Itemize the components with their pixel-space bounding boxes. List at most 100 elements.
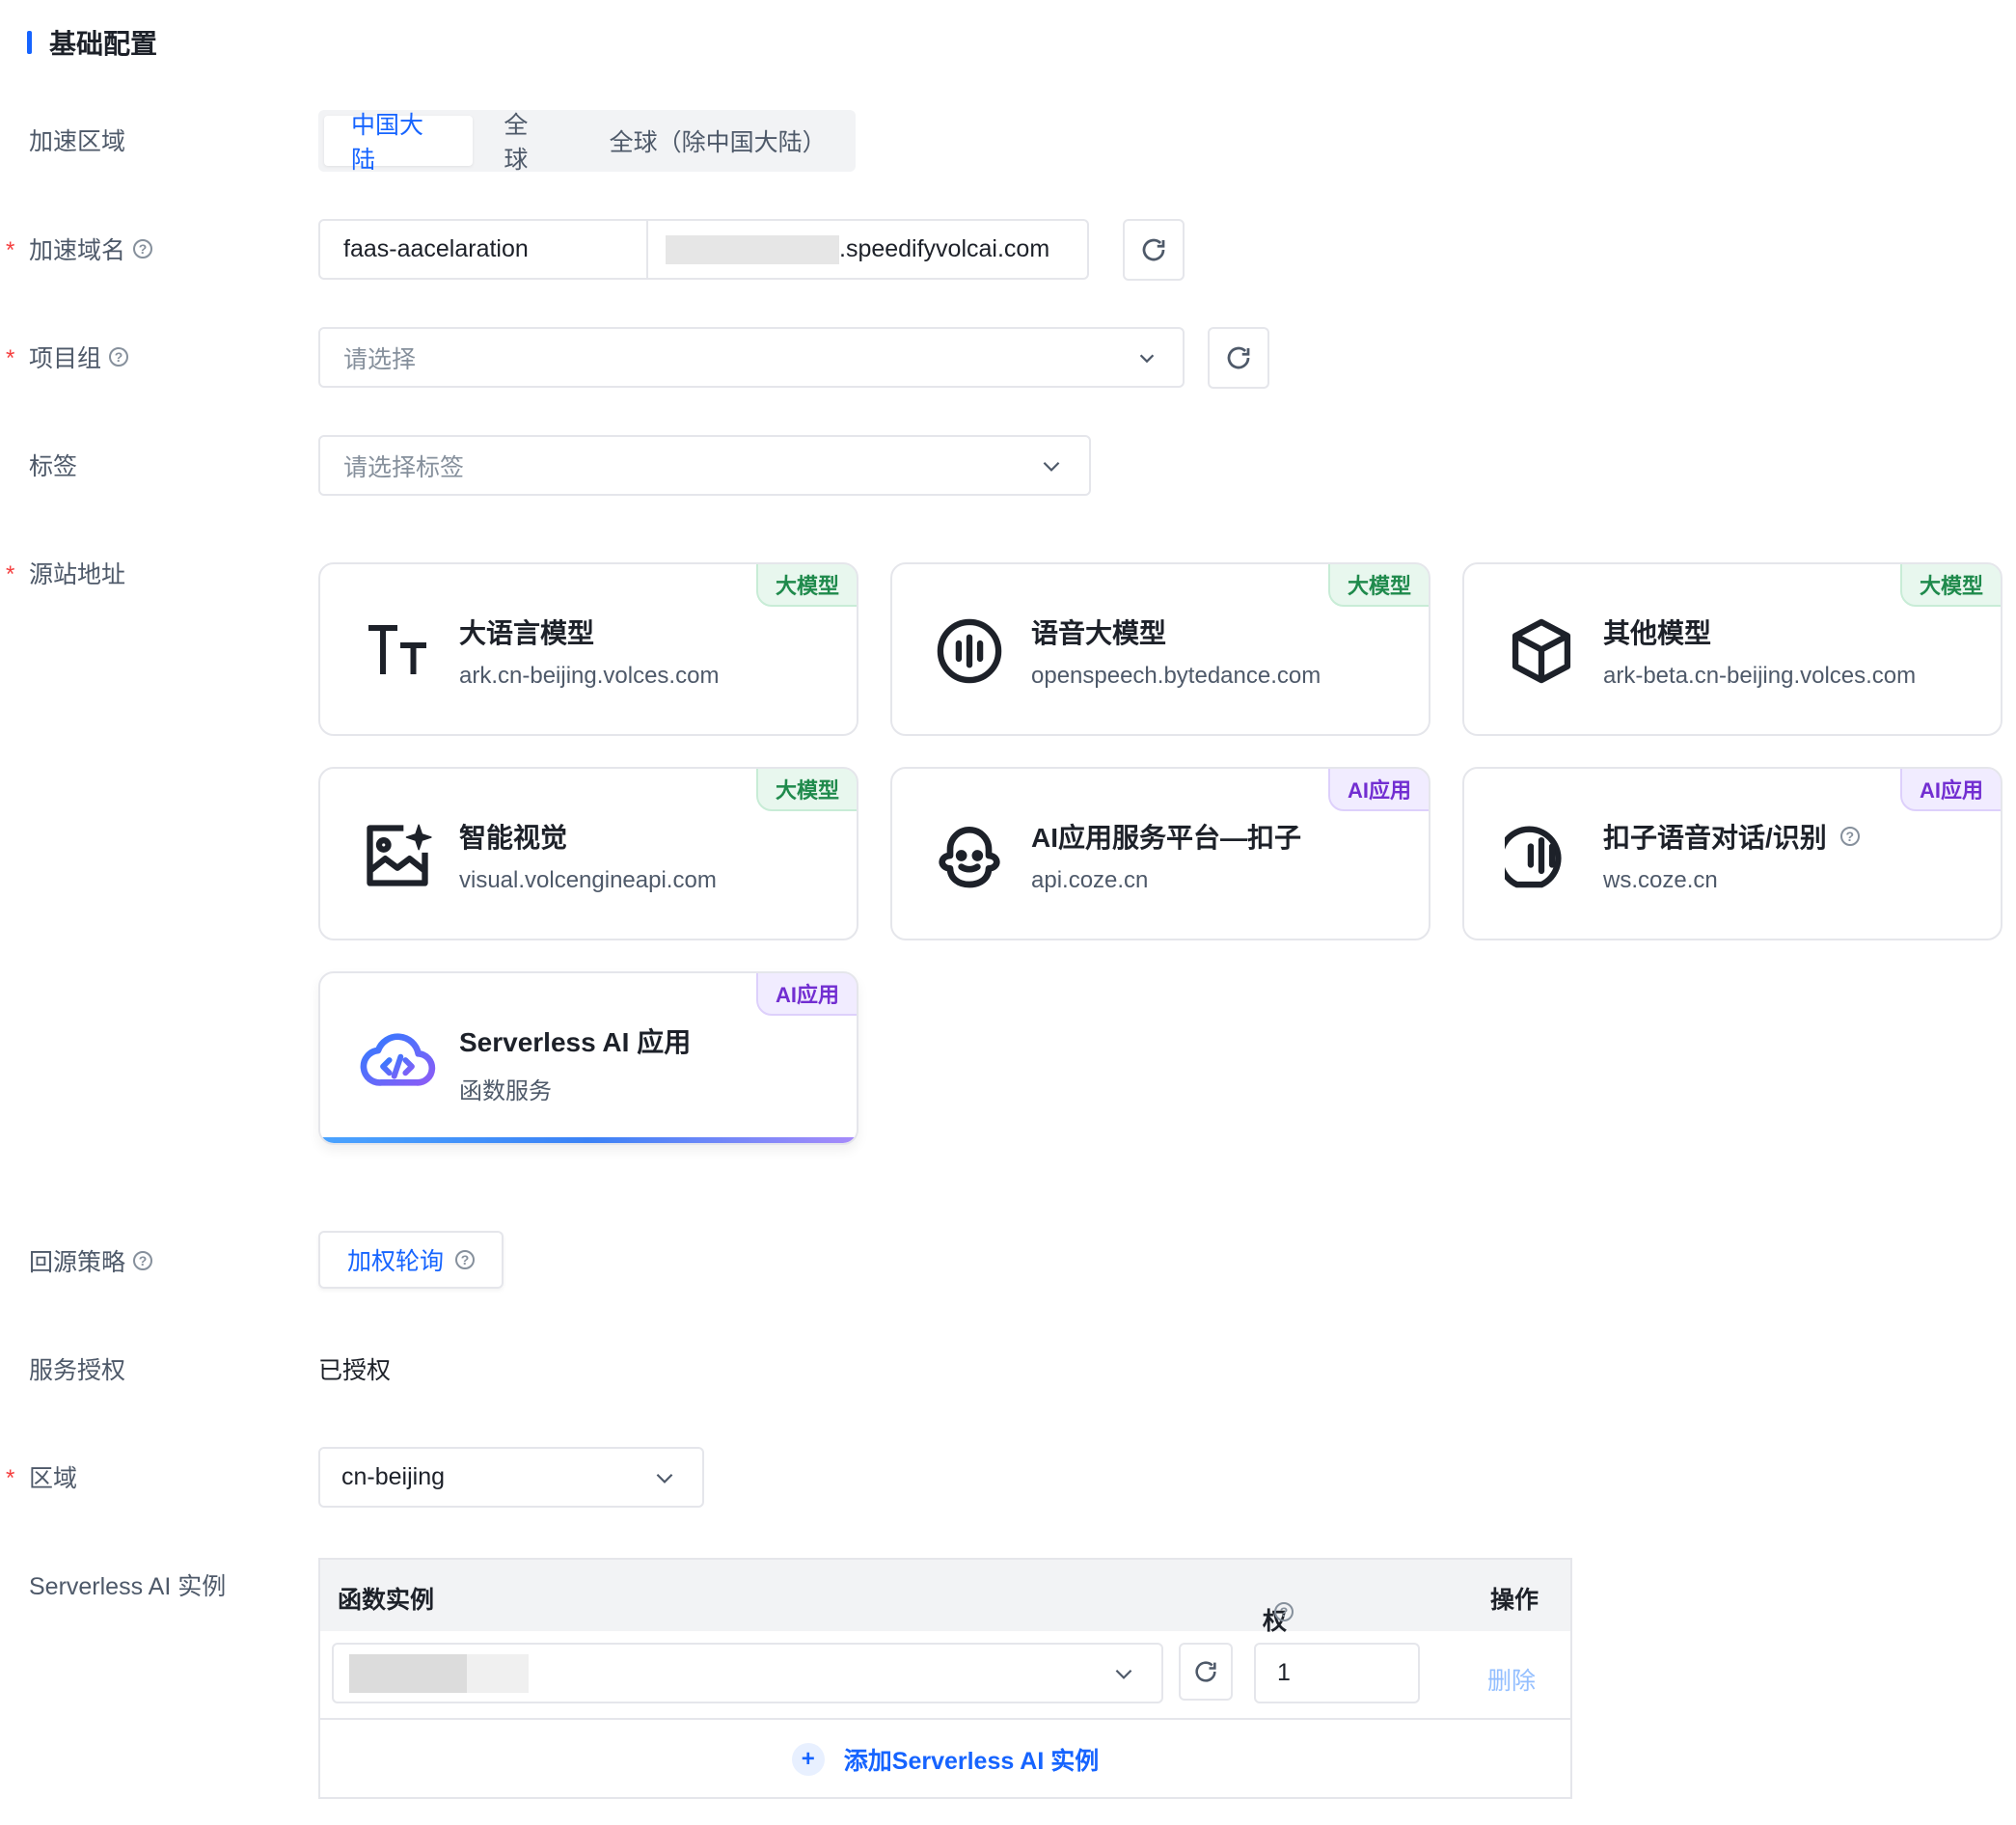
origin-card-voice[interactable]: 大模型 语音大模型 openspeech.bytedance.com [890,562,1430,736]
function-select[interactable] [332,1643,1163,1703]
card-title: 智能视觉 [459,823,568,853]
header-action: 操作 [1490,1587,1539,1614]
domain-suffix: .speedifyvolcai.com [648,234,1050,264]
region-option-mainland[interactable]: 中国大陆 [324,112,474,174]
redacted-block [349,1653,467,1693]
domain-refresh-button[interactable] [1123,219,1185,281]
delete-link[interactable]: 删除 [1487,1662,1536,1697]
help-icon[interactable]: ? [133,239,153,259]
cube-icon [1503,613,1580,690]
area-label: 区域 [29,1457,77,1496]
auth-label: 服务授权 [29,1349,125,1388]
card-title: 语音大模型 [1031,618,1167,648]
domain-prefix-value: faas-aacelaration [343,235,529,262]
function-refresh-button[interactable] [1179,1643,1233,1701]
coze-icon [931,817,1008,894]
strategy-value: 加权轮询 [347,1248,445,1275]
card-subtitle: visual.volcengineapi.com [459,867,717,893]
region-segmented-control: 中国大陆 全球 全球（除中国大陆） [318,110,856,174]
strategy-label-text: 回源策略 [29,1249,126,1276]
card-subtitle: ws.coze.cn [1603,867,1718,893]
badge-ai-app: AI应用 [755,973,857,1016]
tags-label: 标签 [29,446,77,484]
area-value: cn-beijing [341,1463,446,1490]
region-option-global-excl[interactable]: 全球（除中国大陆） [583,116,850,166]
project-label: 项目组 ? [29,338,129,376]
card-subtitle: ark.cn-beijing.volces.com [459,663,720,689]
chevron-down-icon [656,1473,673,1484]
origin-label-text: 源站地址 [29,561,126,588]
badge-large-model: 大模型 [1327,564,1429,607]
chevron-down-icon [1115,1669,1132,1679]
origin-label: 源站地址 [29,554,125,592]
project-placeholder: 请选择 [343,345,417,373]
help-icon[interactable]: ? [455,1250,476,1269]
chevron-down-icon [1139,353,1155,363]
add-instance-button[interactable]: + 添加Serverless AI 实例 [320,1720,1570,1799]
refresh-icon [1142,238,1165,261]
domain-suffix-text: .speedifyvolcai.com [839,235,1050,262]
help-icon[interactable]: ? [133,1251,153,1270]
origin-card-coze[interactable]: AI应用 AI应用服务平台—扣子 api.coze.cn [890,767,1430,940]
image-sparkle-icon [359,817,436,894]
section-title-text: 基础配置 [49,29,158,59]
table-header: 函数实例 权重 ? 操作 [320,1560,1570,1670]
weight-input[interactable]: 1 [1254,1643,1420,1703]
help-icon[interactable]: ? [1839,827,1860,846]
project-select[interactable]: 请选择 [318,327,1185,388]
region-option-global[interactable]: 全球 [477,112,578,174]
voice-wave-icon [931,613,1008,690]
auth-status: 已授权 [318,1357,392,1384]
required-mark: * [6,237,15,263]
table-row: 1 删除 [320,1631,1570,1720]
domain-prefix-input[interactable]: faas-aacelaration [320,221,648,278]
required-mark: * [6,345,15,371]
badge-large-model: 大模型 [1899,564,2001,607]
auth-label-text: 服务授权 [29,1357,126,1384]
domain-label-text: 加速域名 [29,237,126,264]
weight-value: 1 [1277,1659,1291,1686]
origin-card-serverless[interactable]: AI应用 Serverless AI 应用 函数服务 [318,971,858,1145]
domain-input-group: faas-aacelaration .speedifyvolcai.com [318,219,1089,280]
card-subtitle: api.coze.cn [1031,867,1149,893]
tags-label-text: 标签 [29,453,78,480]
required-mark: * [6,1465,15,1491]
card-subtitle: openspeech.bytedance.com [1031,663,1321,689]
domain-label: 加速域名 ? [29,230,153,268]
card-subtitle: 函数服务 [459,1078,552,1104]
card-title-text: 扣子语音对话/识别 [1603,823,1827,853]
required-mark: * [6,561,15,587]
region-label-text: 加速区域 [29,128,126,155]
card-subtitle: ark-beta.cn-beijing.volces.com [1603,663,1917,689]
origin-card-coze-voice[interactable]: AI应用 扣子语音对话/识别 ? ws.coze.cn [1462,767,2002,940]
tags-select[interactable]: 请选择标签 [318,435,1091,496]
strategy-option-weighted[interactable]: 加权轮询 ? [318,1231,504,1289]
chevron-down-icon [1043,461,1060,472]
project-refresh-button[interactable] [1208,327,1269,389]
voice-chat-icon [1503,817,1580,894]
help-icon[interactable]: ? [109,347,129,367]
header-function: 函数实例 [338,1587,435,1614]
badge-ai-app: AI应用 [1899,769,2001,811]
badge-ai-app: AI应用 [1327,769,1429,811]
help-icon[interactable]: ? [1274,1602,1294,1621]
card-title: Serverless AI 应用 [459,1027,692,1057]
text-size-icon [359,613,436,690]
plus-icon: + [791,1743,825,1776]
project-label-text: 项目组 [29,345,102,372]
origin-card-other[interactable]: 大模型 其他模型 ark-beta.cn-beijing.volces.com [1462,562,2002,736]
add-instance-label: 添加Serverless AI 实例 [843,1748,1100,1775]
redacted-block [666,234,839,264]
cloud-code-icon [359,1021,436,1099]
badge-large-model: 大模型 [755,564,857,607]
refresh-icon [1227,346,1250,369]
refresh-icon [1195,1661,1216,1682]
strategy-label: 回源策略 ? [29,1241,153,1280]
tags-placeholder: 请选择标签 [343,453,465,481]
card-title: 大语言模型 [459,618,595,648]
area-select[interactable]: cn-beijing [318,1447,704,1508]
section-title: 基础配置 [27,23,157,62]
origin-card-llm[interactable]: 大模型 大语言模型 ark.cn-beijing.volces.com [318,562,858,736]
origin-card-vision[interactable]: 大模型 智能视觉 visual.volcengineapi.com [318,767,858,940]
card-title: 扣子语音对话/识别 ? [1603,817,1860,856]
